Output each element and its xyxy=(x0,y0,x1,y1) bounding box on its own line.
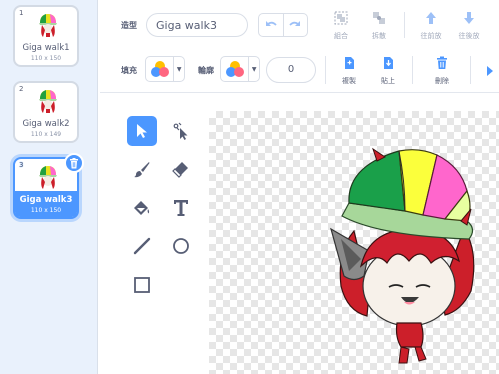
arrow-up-icon xyxy=(426,12,436,24)
toolbar-separator xyxy=(100,92,499,93)
backward-button[interactable]: 往後放 xyxy=(451,10,487,41)
costume-number: 3 xyxy=(19,161,24,169)
forward-button[interactable]: 往前放 xyxy=(413,10,449,41)
copy-label: 複製 xyxy=(342,77,356,85)
costume-number: 2 xyxy=(19,85,24,93)
eraser-icon xyxy=(172,162,188,178)
circle-tool[interactable] xyxy=(166,231,196,261)
reshape-cursor-icon xyxy=(173,122,188,140)
outline-label: 輪廓 xyxy=(198,66,214,75)
brush-icon xyxy=(134,162,150,178)
redo-icon xyxy=(289,21,301,26)
costume-thumbnail xyxy=(39,90,57,113)
redo-button[interactable] xyxy=(282,14,308,36)
toolbar-divider xyxy=(412,56,413,84)
rectangle-icon xyxy=(134,277,150,293)
backward-label: 往後放 xyxy=(458,32,480,40)
fill-label: 填充 xyxy=(121,66,137,75)
costume-item-1[interactable]: 1 Giga walk1 110 x 150 xyxy=(13,5,79,67)
costume-size: 110 x 149 xyxy=(30,131,62,138)
color-swatch-icon xyxy=(150,61,169,77)
group-label: 組合 xyxy=(334,32,348,40)
undo-icon xyxy=(265,21,277,26)
costume-name: Giga walk2 xyxy=(22,119,70,129)
toolbar-divider xyxy=(325,56,326,84)
delete-costume-button[interactable] xyxy=(64,153,84,173)
fill-tool[interactable] xyxy=(127,193,157,223)
ungroup-icon xyxy=(373,12,385,24)
text-tool[interactable] xyxy=(166,193,196,223)
toolbar-divider xyxy=(470,56,471,84)
outline-width-input[interactable]: 0 xyxy=(266,57,316,83)
character-sprite xyxy=(330,147,475,364)
group-button[interactable]: 組合 xyxy=(323,10,359,41)
color-swatch-icon xyxy=(225,61,244,77)
outline-color-picker[interactable]: ▼ xyxy=(220,56,260,82)
reshape-tool[interactable] xyxy=(166,116,196,146)
brush-tool[interactable] xyxy=(127,154,157,184)
undo-redo-group xyxy=(258,13,308,37)
select-tool[interactable] xyxy=(127,116,157,146)
costume-list: 1 Giga walk1 110 x 150 2 Giga walk2 110 xyxy=(0,0,98,374)
copy-button[interactable]: 複製 xyxy=(331,55,367,86)
undo-button[interactable] xyxy=(259,14,283,36)
costume-size: 110 x 150 xyxy=(30,207,62,214)
more-options-button[interactable] xyxy=(486,62,494,81)
chevron-down-icon: ▼ xyxy=(251,65,257,73)
costume-name-label: 造型 xyxy=(121,21,137,30)
drawing-canvas[interactable] xyxy=(209,111,499,374)
text-icon xyxy=(174,200,188,216)
costume-name: Giga walk3 xyxy=(19,195,73,205)
costume-size: 110 x 150 xyxy=(30,55,62,62)
paint-bucket-icon xyxy=(134,201,150,215)
costume-number: 1 xyxy=(19,9,24,17)
arrow-cursor-icon xyxy=(137,124,147,138)
delete-button[interactable]: 刪除 xyxy=(424,55,460,86)
costume-thumbnail xyxy=(39,166,57,189)
eraser-tool[interactable] xyxy=(166,154,196,184)
arrow-down-icon xyxy=(464,12,474,24)
fill-color-picker[interactable]: ▼ xyxy=(145,56,185,82)
costume-name-input[interactable] xyxy=(146,13,248,37)
trash-icon xyxy=(437,56,447,69)
toolbar-divider xyxy=(404,12,405,38)
line-icon xyxy=(133,237,151,255)
paste-label: 貼上 xyxy=(381,77,395,85)
costume-item-2[interactable]: 2 Giga walk2 110 x 149 xyxy=(13,81,79,143)
group-icon xyxy=(334,11,348,25)
paste-button[interactable]: 貼上 xyxy=(370,55,406,86)
chevron-right-icon xyxy=(487,66,493,76)
costume-name: Giga walk1 xyxy=(22,43,70,53)
ungroup-label: 拆散 xyxy=(372,32,386,40)
copy-icon xyxy=(345,57,354,69)
costume-thumbnail xyxy=(39,14,57,37)
ungroup-button[interactable]: 拆散 xyxy=(361,10,397,41)
line-tool[interactable] xyxy=(127,231,157,261)
rectangle-tool[interactable] xyxy=(127,270,157,300)
delete-label: 刪除 xyxy=(435,77,449,85)
circle-icon xyxy=(173,238,189,254)
forward-label: 往前放 xyxy=(420,32,442,40)
trash-icon xyxy=(70,157,78,168)
paste-icon xyxy=(384,57,393,69)
chevron-down-icon: ▼ xyxy=(176,65,182,73)
